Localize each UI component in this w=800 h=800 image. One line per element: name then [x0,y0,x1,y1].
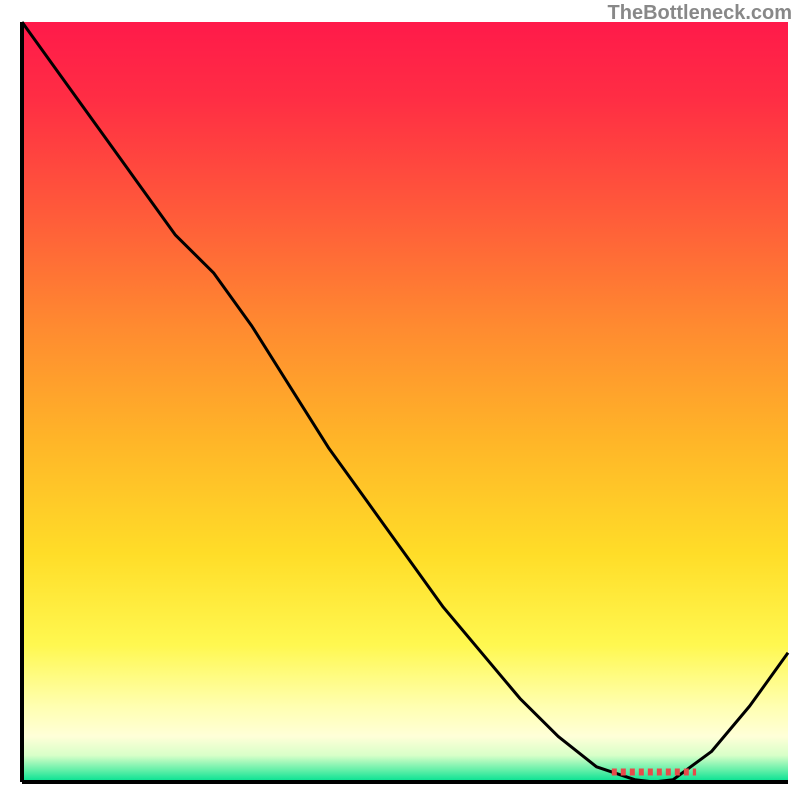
watermark-text: TheBottleneck.com [608,2,792,25]
chart-container: TheBottleneck.com [0,0,800,800]
gradient-background [22,22,788,782]
plot-area [22,22,788,782]
chart-svg [0,0,800,800]
